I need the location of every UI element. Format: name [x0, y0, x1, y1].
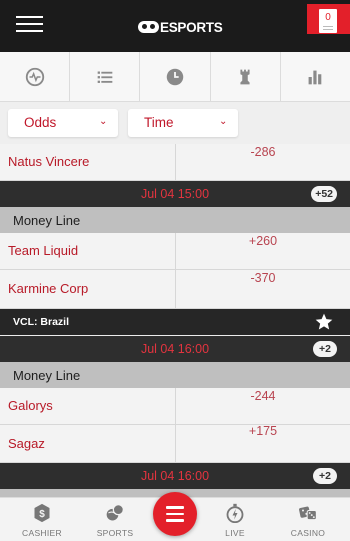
nav-live[interactable]: LIVE [200, 498, 270, 541]
market-name: Money Line [13, 368, 81, 383]
odds-filter-label: Odds [24, 115, 57, 130]
tab-stats[interactable] [281, 52, 350, 101]
chevron-down-icon: ⌄ [219, 116, 228, 127]
event-date-bar[interactable]: Jul 04 16:00 +2 [0, 336, 350, 362]
nav-casino-label: CASINO [290, 528, 326, 538]
time-filter-label: Time [144, 115, 174, 130]
chess-rook-icon [240, 69, 250, 84]
sport-tabs [0, 52, 350, 102]
team-name[interactable]: Galorys [8, 398, 53, 413]
logo-text: ESPORTS [160, 19, 223, 35]
tab-upcoming[interactable] [140, 52, 211, 101]
team-row: Natus Vincere -286 [0, 144, 350, 181]
live-pulse-icon [25, 67, 44, 86]
stopwatch-icon [226, 503, 244, 523]
gamepad-icon [138, 21, 159, 33]
list-icon [97, 71, 113, 83]
betslip-button[interactable]: 0 [307, 4, 350, 34]
betslip-icon: 0 [319, 9, 337, 33]
more-markets-badge[interactable]: +52 [311, 186, 337, 202]
sports-icon [106, 504, 124, 521]
tab-list[interactable] [70, 52, 141, 101]
betslip-count: 0 [325, 12, 331, 23]
nav-sports[interactable]: SPORTS [80, 498, 150, 541]
main-menu-button[interactable] [153, 492, 197, 536]
team-name[interactable]: Team Liquid [8, 243, 78, 258]
league-name: VCL: Brazil [13, 316, 70, 328]
event-date: Jul 04 15:00 [140, 187, 210, 201]
more-markets-badge[interactable]: +2 [313, 468, 337, 484]
team-row: Team Liquid +260 [0, 233, 350, 270]
team-row: Karmine Corp -370 [0, 270, 350, 309]
bar-chart-icon [308, 70, 322, 84]
dice-icon [299, 506, 317, 521]
menu-icon[interactable] [16, 16, 43, 32]
top-header: ESPORTS 0 [0, 0, 350, 52]
nav-live-label: LIVE [225, 528, 245, 538]
more-markets-badge[interactable]: +2 [313, 341, 337, 357]
market-name: Money Line [13, 213, 81, 228]
nav-sports-label: SPORTS [96, 528, 134, 538]
nav-cashier[interactable]: $ CASHIER [7, 498, 77, 541]
svg-text:$: $ [39, 509, 45, 520]
event-date-bar[interactable]: Jul 04 16:00 +2 [0, 463, 350, 489]
tab-outrights[interactable] [211, 52, 281, 101]
esports-logo[interactable]: ESPORTS [138, 19, 223, 35]
nav-cashier-label: CASHIER [22, 528, 62, 538]
odds-filter-dropdown[interactable]: Odds ⌄ [8, 109, 118, 137]
odds-button[interactable]: +260 [176, 234, 350, 248]
odds-button[interactable]: -244 [176, 389, 350, 403]
clock-icon [166, 68, 184, 85]
team-row: Sagaz +175 [0, 424, 350, 463]
star-icon[interactable] [314, 312, 334, 332]
team-name[interactable]: Karmine Corp [8, 281, 88, 296]
team-name[interactable]: Sagaz [8, 436, 45, 451]
odds-button[interactable]: +175 [176, 424, 350, 438]
event-date: Jul 04 16:00 [140, 469, 210, 483]
event-date: Jul 04 16:00 [140, 342, 210, 356]
tab-live[interactable] [0, 52, 71, 101]
team-row: Galorys -244 [0, 388, 350, 425]
odds-button[interactable]: -370 [176, 271, 350, 285]
filter-bar: Odds ⌄ Time ⌄ [0, 102, 350, 144]
market-header: Money Line [0, 207, 350, 233]
nav-casino[interactable]: CASINO [273, 498, 343, 541]
time-filter-dropdown[interactable]: Time ⌄ [128, 109, 238, 137]
league-header[interactable]: VCL: Brazil [0, 309, 350, 335]
chevron-down-icon: ⌄ [99, 116, 108, 127]
market-header: Money Line [0, 362, 350, 388]
event-date-bar[interactable]: Jul 04 15:00 +52 [0, 181, 350, 207]
odds-button[interactable]: -286 [176, 145, 350, 159]
team-name[interactable]: Natus Vincere [8, 154, 89, 169]
cashier-icon: $ [34, 503, 50, 523]
